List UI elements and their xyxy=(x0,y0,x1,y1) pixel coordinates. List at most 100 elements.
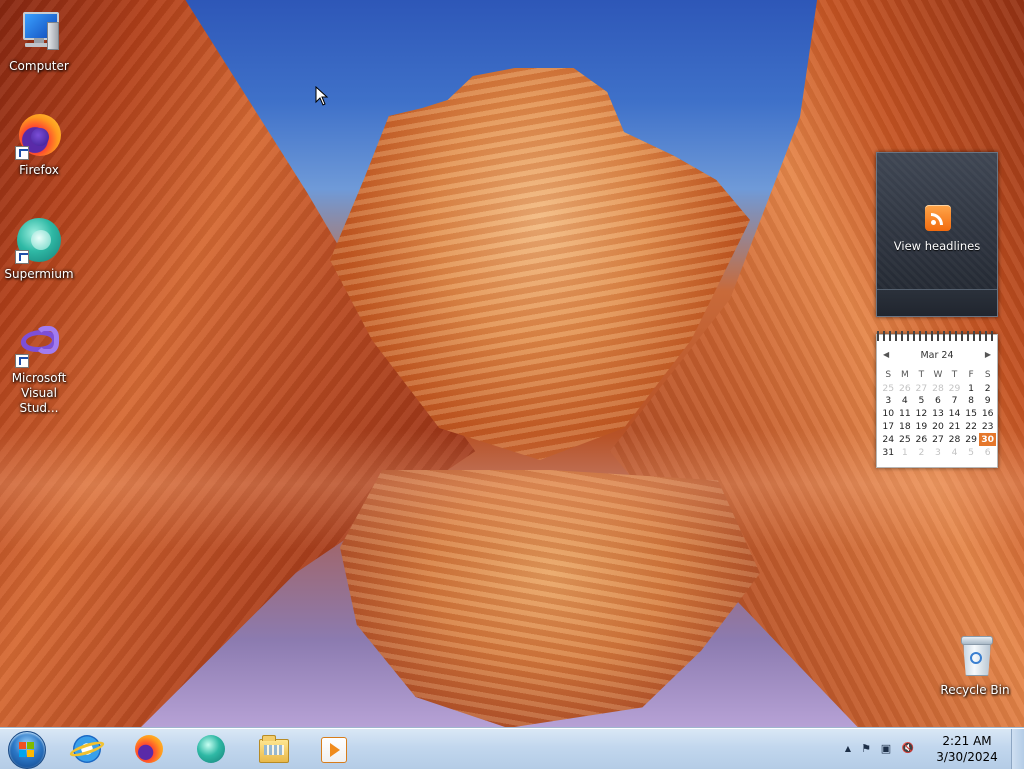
show-hidden-icons-button[interactable]: ▲ xyxy=(840,741,856,757)
calendar-week-row: 31 1 2 3 4 5 6 xyxy=(880,446,996,459)
weekday-label: T xyxy=(951,370,958,381)
desktop-icon-label: Firefox xyxy=(19,163,59,177)
calendar-day[interactable]: 29 xyxy=(946,382,963,395)
rss-icon[interactable] xyxy=(925,205,951,231)
calendar-day[interactable]: 27 xyxy=(913,382,930,395)
calendar-day[interactable]: 26 xyxy=(913,433,930,446)
calendar-day-today[interactable]: 30 xyxy=(979,432,996,446)
desktop-icon-supermium[interactable]: Supermium xyxy=(0,216,78,282)
calendar-day[interactable]: 19 xyxy=(913,420,930,433)
calendar-day[interactable]: 7 xyxy=(946,395,963,408)
calendar-day[interactable]: 12 xyxy=(913,407,930,420)
calendar-day[interactable]: 9 xyxy=(979,395,996,408)
media-player-icon xyxy=(321,737,347,763)
calendar-binding-rings xyxy=(877,331,997,341)
weekday-label: S xyxy=(984,370,991,381)
calendar-grid: S M T W T F S 25 26 27 28 29 1 2 3 4 5 6… xyxy=(880,369,996,459)
desktop-icon-label: Supermium xyxy=(4,267,74,281)
calendar-day[interactable]: 11 xyxy=(897,407,914,420)
calendar-day[interactable]: 29 xyxy=(963,433,980,446)
calendar-day[interactable]: 14 xyxy=(946,407,963,420)
shortcut-arrow-icon xyxy=(15,146,29,160)
calendar-day[interactable]: 25 xyxy=(897,433,914,446)
calendar-day[interactable]: 28 xyxy=(930,382,947,395)
desktop-wallpaper[interactable] xyxy=(0,0,1024,728)
calendar-week-row: 17 18 19 20 21 22 23 xyxy=(880,420,996,433)
view-headlines-link[interactable]: View headlines xyxy=(877,239,997,253)
calendar-day[interactable]: 2 xyxy=(979,382,996,395)
weekday-label: S xyxy=(885,370,892,381)
calendar-day[interactable]: 24 xyxy=(880,433,897,446)
calendar-day[interactable]: 3 xyxy=(880,395,897,408)
taskbar-internet-explorer[interactable] xyxy=(60,731,114,767)
calendar-header: ◀ Mar 24 ▶ xyxy=(877,350,997,364)
clock[interactable]: 2:21 AM 3/30/2024 xyxy=(932,733,1002,765)
desktop-icon-visual-studio[interactable]: Microsoft Visual Stud... xyxy=(0,320,78,416)
shortcut-arrow-icon xyxy=(15,354,29,368)
calendar-day[interactable]: 1 xyxy=(897,446,914,459)
calendar-day[interactable]: 27 xyxy=(930,433,947,446)
calendar-day[interactable]: 21 xyxy=(946,420,963,433)
calendar-day[interactable]: 20 xyxy=(930,420,947,433)
action-center-flag-icon[interactable]: ⚑ xyxy=(858,741,874,757)
calendar-gadget[interactable]: ◀ Mar 24 ▶ S M T W T F S 25 26 27 28 29 … xyxy=(876,331,998,468)
calendar-day[interactable]: 26 xyxy=(897,382,914,395)
weekday-label: T xyxy=(918,370,925,381)
calendar-day[interactable]: 8 xyxy=(963,395,980,408)
calendar-day[interactable]: 25 xyxy=(880,382,897,395)
calendar-day[interactable]: 18 xyxy=(897,420,914,433)
desktop-icon-label: Microsoft Visual Stud... xyxy=(11,371,67,415)
weekday-label: W xyxy=(933,370,943,381)
calendar-day[interactable]: 15 xyxy=(963,407,980,420)
volume-muted-icon[interactable]: 🔇 xyxy=(900,741,916,757)
calendar-day[interactable]: 2 xyxy=(913,446,930,459)
taskbar-media-player[interactable] xyxy=(306,731,360,767)
supermium-icon xyxy=(15,216,63,264)
calendar-day[interactable]: 10 xyxy=(880,407,897,420)
taskbar-supermium[interactable] xyxy=(184,731,238,767)
feed-headlines-gadget[interactable]: View headlines xyxy=(876,152,998,317)
calendar-weekday-row: S M T W T F S xyxy=(880,369,996,382)
visual-studio-icon xyxy=(15,320,63,368)
desktop-icon-label: Computer xyxy=(9,59,69,73)
calendar-day[interactable]: 13 xyxy=(930,407,947,420)
calendar-day[interactable]: 4 xyxy=(897,395,914,408)
calendar-day[interactable]: 28 xyxy=(946,433,963,446)
notification-area: ▲ ⚑ ▣ 🔇 2:21 AM 3/30/2024 xyxy=(834,729,1024,769)
taskbar-windows-explorer[interactable] xyxy=(246,731,300,767)
gadget-footer xyxy=(877,289,997,316)
calendar-week-row: 10 11 12 13 14 15 16 xyxy=(880,407,996,420)
calendar-day[interactable]: 5 xyxy=(913,395,930,408)
calendar-day[interactable]: 23 xyxy=(979,420,996,433)
calendar-day[interactable]: 3 xyxy=(930,446,947,459)
taskbar-firefox[interactable] xyxy=(122,731,176,767)
weekday-label: M xyxy=(900,370,909,381)
folder-icon xyxy=(259,735,289,763)
network-icon[interactable]: ▣ xyxy=(878,741,894,757)
desktop-icon-recycle-bin[interactable]: Recycle Bin xyxy=(936,632,1014,698)
taskbar: ▲ ⚑ ▣ 🔇 2:21 AM 3/30/2024 xyxy=(0,728,1024,769)
calendar-day[interactable]: 1 xyxy=(963,382,980,395)
start-button[interactable] xyxy=(8,731,46,769)
firefox-icon xyxy=(135,735,163,763)
calendar-day[interactable]: 17 xyxy=(880,420,897,433)
show-desktop-button[interactable] xyxy=(1011,729,1024,769)
calendar-day[interactable]: 5 xyxy=(963,446,980,459)
windows-logo-icon xyxy=(19,742,35,758)
calendar-day[interactable]: 22 xyxy=(963,420,980,433)
desktop-icon-computer[interactable]: Computer xyxy=(0,8,78,74)
calendar-month-label[interactable]: Mar 24 xyxy=(877,350,997,361)
calendar-day[interactable]: 31 xyxy=(880,446,897,459)
clock-date: 3/30/2024 xyxy=(936,750,998,764)
calendar-day[interactable]: 6 xyxy=(930,395,947,408)
next-month-icon[interactable]: ▶ xyxy=(985,350,991,359)
weekday-label: F xyxy=(968,370,974,381)
shortcut-arrow-icon xyxy=(15,250,29,264)
desktop-icon-firefox[interactable]: Firefox xyxy=(0,112,78,178)
calendar-week-row: 25 26 27 28 29 1 2 xyxy=(880,382,996,395)
clock-time: 2:21 AM xyxy=(942,734,992,748)
calendar-day[interactable]: 16 xyxy=(979,407,996,420)
calendar-day[interactable]: 6 xyxy=(979,446,996,459)
firefox-icon xyxy=(15,112,63,160)
calendar-day[interactable]: 4 xyxy=(946,446,963,459)
